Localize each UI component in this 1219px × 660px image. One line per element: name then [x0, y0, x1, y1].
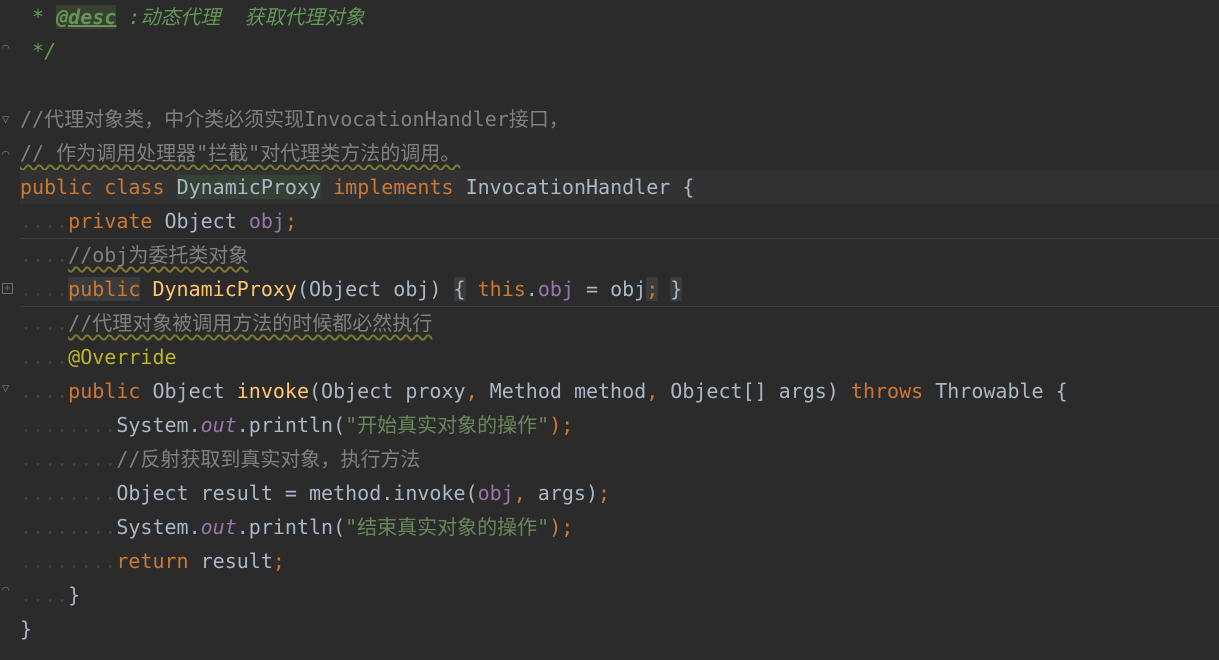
- dot: .: [525, 277, 538, 301]
- code-line[interactable]: ........//反射获取到真实对象，执行方法: [20, 442, 1219, 476]
- keyword: public: [68, 277, 141, 301]
- assign: = obj: [573, 277, 647, 301]
- code-line-current[interactable]: public class DynamicProxy implements Inv…: [20, 170, 1219, 204]
- semicolon: ;: [646, 277, 659, 301]
- code-line[interactable]: * @desc :动态代理 获取代理对象: [20, 0, 1219, 34]
- code-line[interactable]: ....public Object invoke(Object proxy, M…: [20, 374, 1219, 408]
- code-line[interactable]: ....private Object obj;: [20, 204, 1219, 239]
- comment-text: //obj为委托类对象: [68, 243, 249, 267]
- close-brace: }: [68, 583, 81, 607]
- call-end: );: [549, 515, 574, 539]
- open-brace: {: [1055, 379, 1068, 403]
- fold-end-icon[interactable]: ⌒: [2, 582, 12, 596]
- declaration: Object result = method.invoke(: [116, 481, 478, 505]
- code-line[interactable]: ....public DynamicProxy(Object obj) { th…: [20, 272, 1219, 307]
- system-ref: System.: [116, 413, 201, 437]
- string-literal: "开始真实对象的操作": [345, 413, 550, 437]
- system-ref: System.: [116, 515, 201, 539]
- code-line[interactable]: ........System.out.println("开始真实对象的操作");: [20, 408, 1219, 442]
- exception-type: Throwable: [935, 379, 1044, 403]
- code-line[interactable]: ........System.out.println("结束真实对象的操作");: [20, 510, 1219, 544]
- param: args): [525, 481, 598, 505]
- method-call: .println(: [236, 515, 346, 539]
- doc-star: *: [20, 5, 57, 29]
- semicolon: ;: [272, 549, 285, 573]
- open-brace: {: [682, 175, 695, 199]
- fold-end-icon[interactable]: ⌒: [2, 40, 12, 54]
- keyword: public: [68, 379, 141, 403]
- doc-end: */: [20, 39, 57, 63]
- code-line[interactable]: // 作为调用处理器"拦截"对代理类方法的调用。: [20, 136, 1219, 170]
- type-name: Object: [164, 209, 237, 233]
- comment-text: //代理对象被调用方法的时候都必然执行: [68, 311, 433, 335]
- type-name: Object: [152, 379, 225, 403]
- doc-tag: @desc: [56, 5, 117, 29]
- code-line[interactable]: ........return result;: [20, 544, 1219, 578]
- static-field: out: [200, 413, 237, 437]
- keyword: private: [68, 209, 153, 233]
- params: (Object obj): [296, 277, 442, 301]
- code-line[interactable]: ....//代理对象被调用方法的时候都必然执行: [20, 306, 1219, 340]
- interface-name: InvocationHandler: [465, 175, 671, 199]
- annotation: @Override: [68, 345, 177, 369]
- comment-text: //反射获取到真实对象，执行方法: [116, 447, 421, 471]
- static-field: out: [200, 515, 237, 539]
- fold-start-icon[interactable]: ▽: [2, 381, 12, 395]
- fold-start-icon[interactable]: ▽: [2, 112, 12, 126]
- comment-text: //代理对象类，中介类必须实现InvocationHandler接口，: [20, 107, 569, 131]
- code-line[interactable]: [20, 68, 1219, 102]
- comma: ,: [513, 481, 526, 505]
- comment-text: // 作为调用处理器"拦截"对代理类方法的调用。: [20, 141, 461, 165]
- fold-expand-icon[interactable]: +: [2, 283, 13, 294]
- return-value: result: [188, 549, 273, 573]
- keyword-return: return: [116, 549, 189, 573]
- doc-text: :动态代理 获取代理对象: [116, 5, 365, 29]
- close-brace: }: [20, 617, 33, 641]
- comma: ,: [465, 379, 478, 403]
- code-line[interactable]: */: [20, 34, 1219, 68]
- param: Object[] args): [658, 379, 839, 403]
- comma: ,: [646, 379, 659, 403]
- code-editor[interactable]: ⌒ ▽ ⌒ + ▽ ⌒ * @desc :动态代理 获取代理对象 */ //代理…: [0, 0, 1219, 660]
- code-line[interactable]: ....}: [20, 578, 1219, 612]
- keyword-this: this: [477, 277, 526, 301]
- method-name: invoke: [236, 379, 310, 403]
- editor-gutter: ⌒ ▽ ⌒ + ▽ ⌒: [0, 0, 16, 660]
- field-name: obj: [248, 209, 285, 233]
- field-name: obj: [537, 277, 574, 301]
- code-line[interactable]: //代理对象类，中介类必须实现InvocationHandler接口，: [20, 102, 1219, 136]
- call-end: );: [549, 413, 574, 437]
- constructor-name: DynamicProxy: [152, 277, 297, 301]
- fold-end-icon[interactable]: ⌒: [2, 146, 12, 160]
- semicolon: ;: [597, 481, 611, 505]
- code-line[interactable]: ....@Override: [20, 340, 1219, 374]
- param: (Object proxy: [309, 379, 466, 403]
- semicolon: ;: [284, 209, 297, 233]
- code-line[interactable]: }: [20, 612, 1219, 646]
- string-literal: "结束真实对象的操作": [345, 515, 550, 539]
- code-line[interactable]: ........Object result = method.invoke(ob…: [20, 476, 1219, 510]
- keyword: class: [104, 175, 165, 199]
- param: Method method: [477, 379, 647, 403]
- field-name: obj: [477, 481, 514, 505]
- class-name: DynamicProxy: [176, 175, 322, 199]
- close-brace: }: [670, 277, 683, 301]
- code-line[interactable]: ....//obj为委托类对象: [20, 238, 1219, 272]
- keyword: implements: [333, 175, 454, 199]
- keyword-throws: throws: [850, 379, 924, 403]
- method-call: .println(: [236, 413, 346, 437]
- open-brace: {: [453, 277, 466, 301]
- keyword: public: [20, 175, 93, 199]
